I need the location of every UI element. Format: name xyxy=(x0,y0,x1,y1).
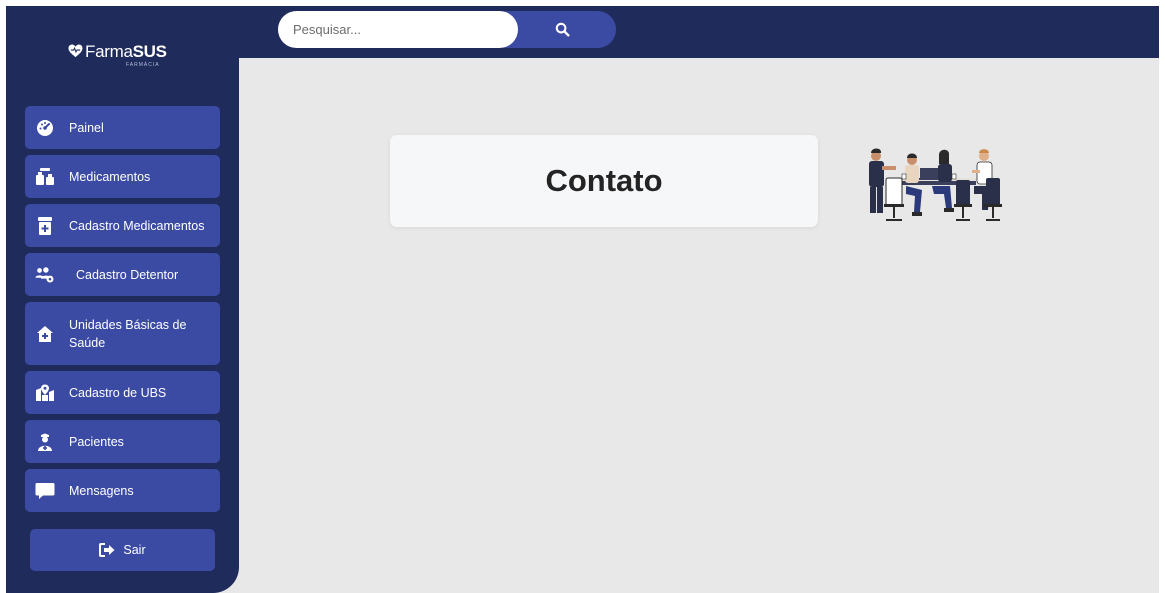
logout-button[interactable]: Sair xyxy=(30,529,215,571)
sign-out-icon xyxy=(99,543,115,557)
sidebar-item-medicamentos[interactable]: Medicamentos xyxy=(25,155,220,198)
brand-name-bold: SUS xyxy=(132,42,167,61)
sidebar-item-mensagens[interactable]: Mensagens xyxy=(25,469,220,512)
medicine-bottles-icon xyxy=(35,167,55,187)
brand-name: FarmaSUS xyxy=(85,42,167,62)
sidebar-item-cadastro-detentor[interactable]: Cadastro Detentor xyxy=(25,253,220,296)
search-input[interactable] xyxy=(278,11,518,48)
sidebar-item-unidades-basicas[interactable]: Unidades Básicas de Saúde xyxy=(25,302,220,365)
sidebar-item-cadastro-ubs[interactable]: Cadastro de UBS xyxy=(25,371,220,414)
sidebar-item-label: Cadastro Medicamentos xyxy=(69,218,205,233)
brand-subtitle: FARMÁCIA xyxy=(126,62,160,68)
app-frame: FarmaSUS FARMÁCIA Painel xyxy=(6,6,1159,593)
message-icon xyxy=(35,481,55,501)
sidebar-item-label: Unidades Básicas de Saúde xyxy=(69,317,187,350)
sidebar-item-label: Pacientes xyxy=(69,434,124,449)
dashboard-gauge-icon xyxy=(35,118,55,138)
sidebar: FarmaSUS FARMÁCIA Painel Medicamentos Ca… xyxy=(6,6,239,593)
brand-logo[interactable]: FarmaSUS FARMÁCIA xyxy=(68,42,178,74)
map-location-icon xyxy=(35,383,55,403)
page-title: Contato xyxy=(545,163,663,198)
sidebar-item-label: Painel xyxy=(69,120,104,135)
sidebar-item-pacientes[interactable]: Pacientes xyxy=(25,420,220,463)
house-medical-icon xyxy=(35,324,55,344)
sidebar-item-cadastro-medicamentos[interactable]: Cadastro Medicamentos xyxy=(25,204,220,247)
sidebar-item-label: Medicamentos xyxy=(69,169,151,184)
search-bar xyxy=(278,11,616,48)
users-cog-icon xyxy=(35,265,55,285)
team-meeting-illustration xyxy=(869,148,1002,221)
search-icon xyxy=(555,22,570,37)
logout-label: Sair xyxy=(123,543,146,557)
brand-name-thin: Farma xyxy=(85,42,133,61)
heart-icon xyxy=(68,44,83,58)
sidebar-item-painel[interactable]: Painel xyxy=(25,106,220,149)
user-nurse-icon xyxy=(35,432,55,452)
sidebar-item-label: Cadastro de UBS xyxy=(69,385,167,400)
sidebar-item-label: Mensagens xyxy=(69,483,134,498)
prescription-bottle-icon xyxy=(35,216,55,236)
contact-title-card: Contato xyxy=(390,135,818,227)
sidebar-item-label: Cadastro Detentor xyxy=(76,267,179,282)
